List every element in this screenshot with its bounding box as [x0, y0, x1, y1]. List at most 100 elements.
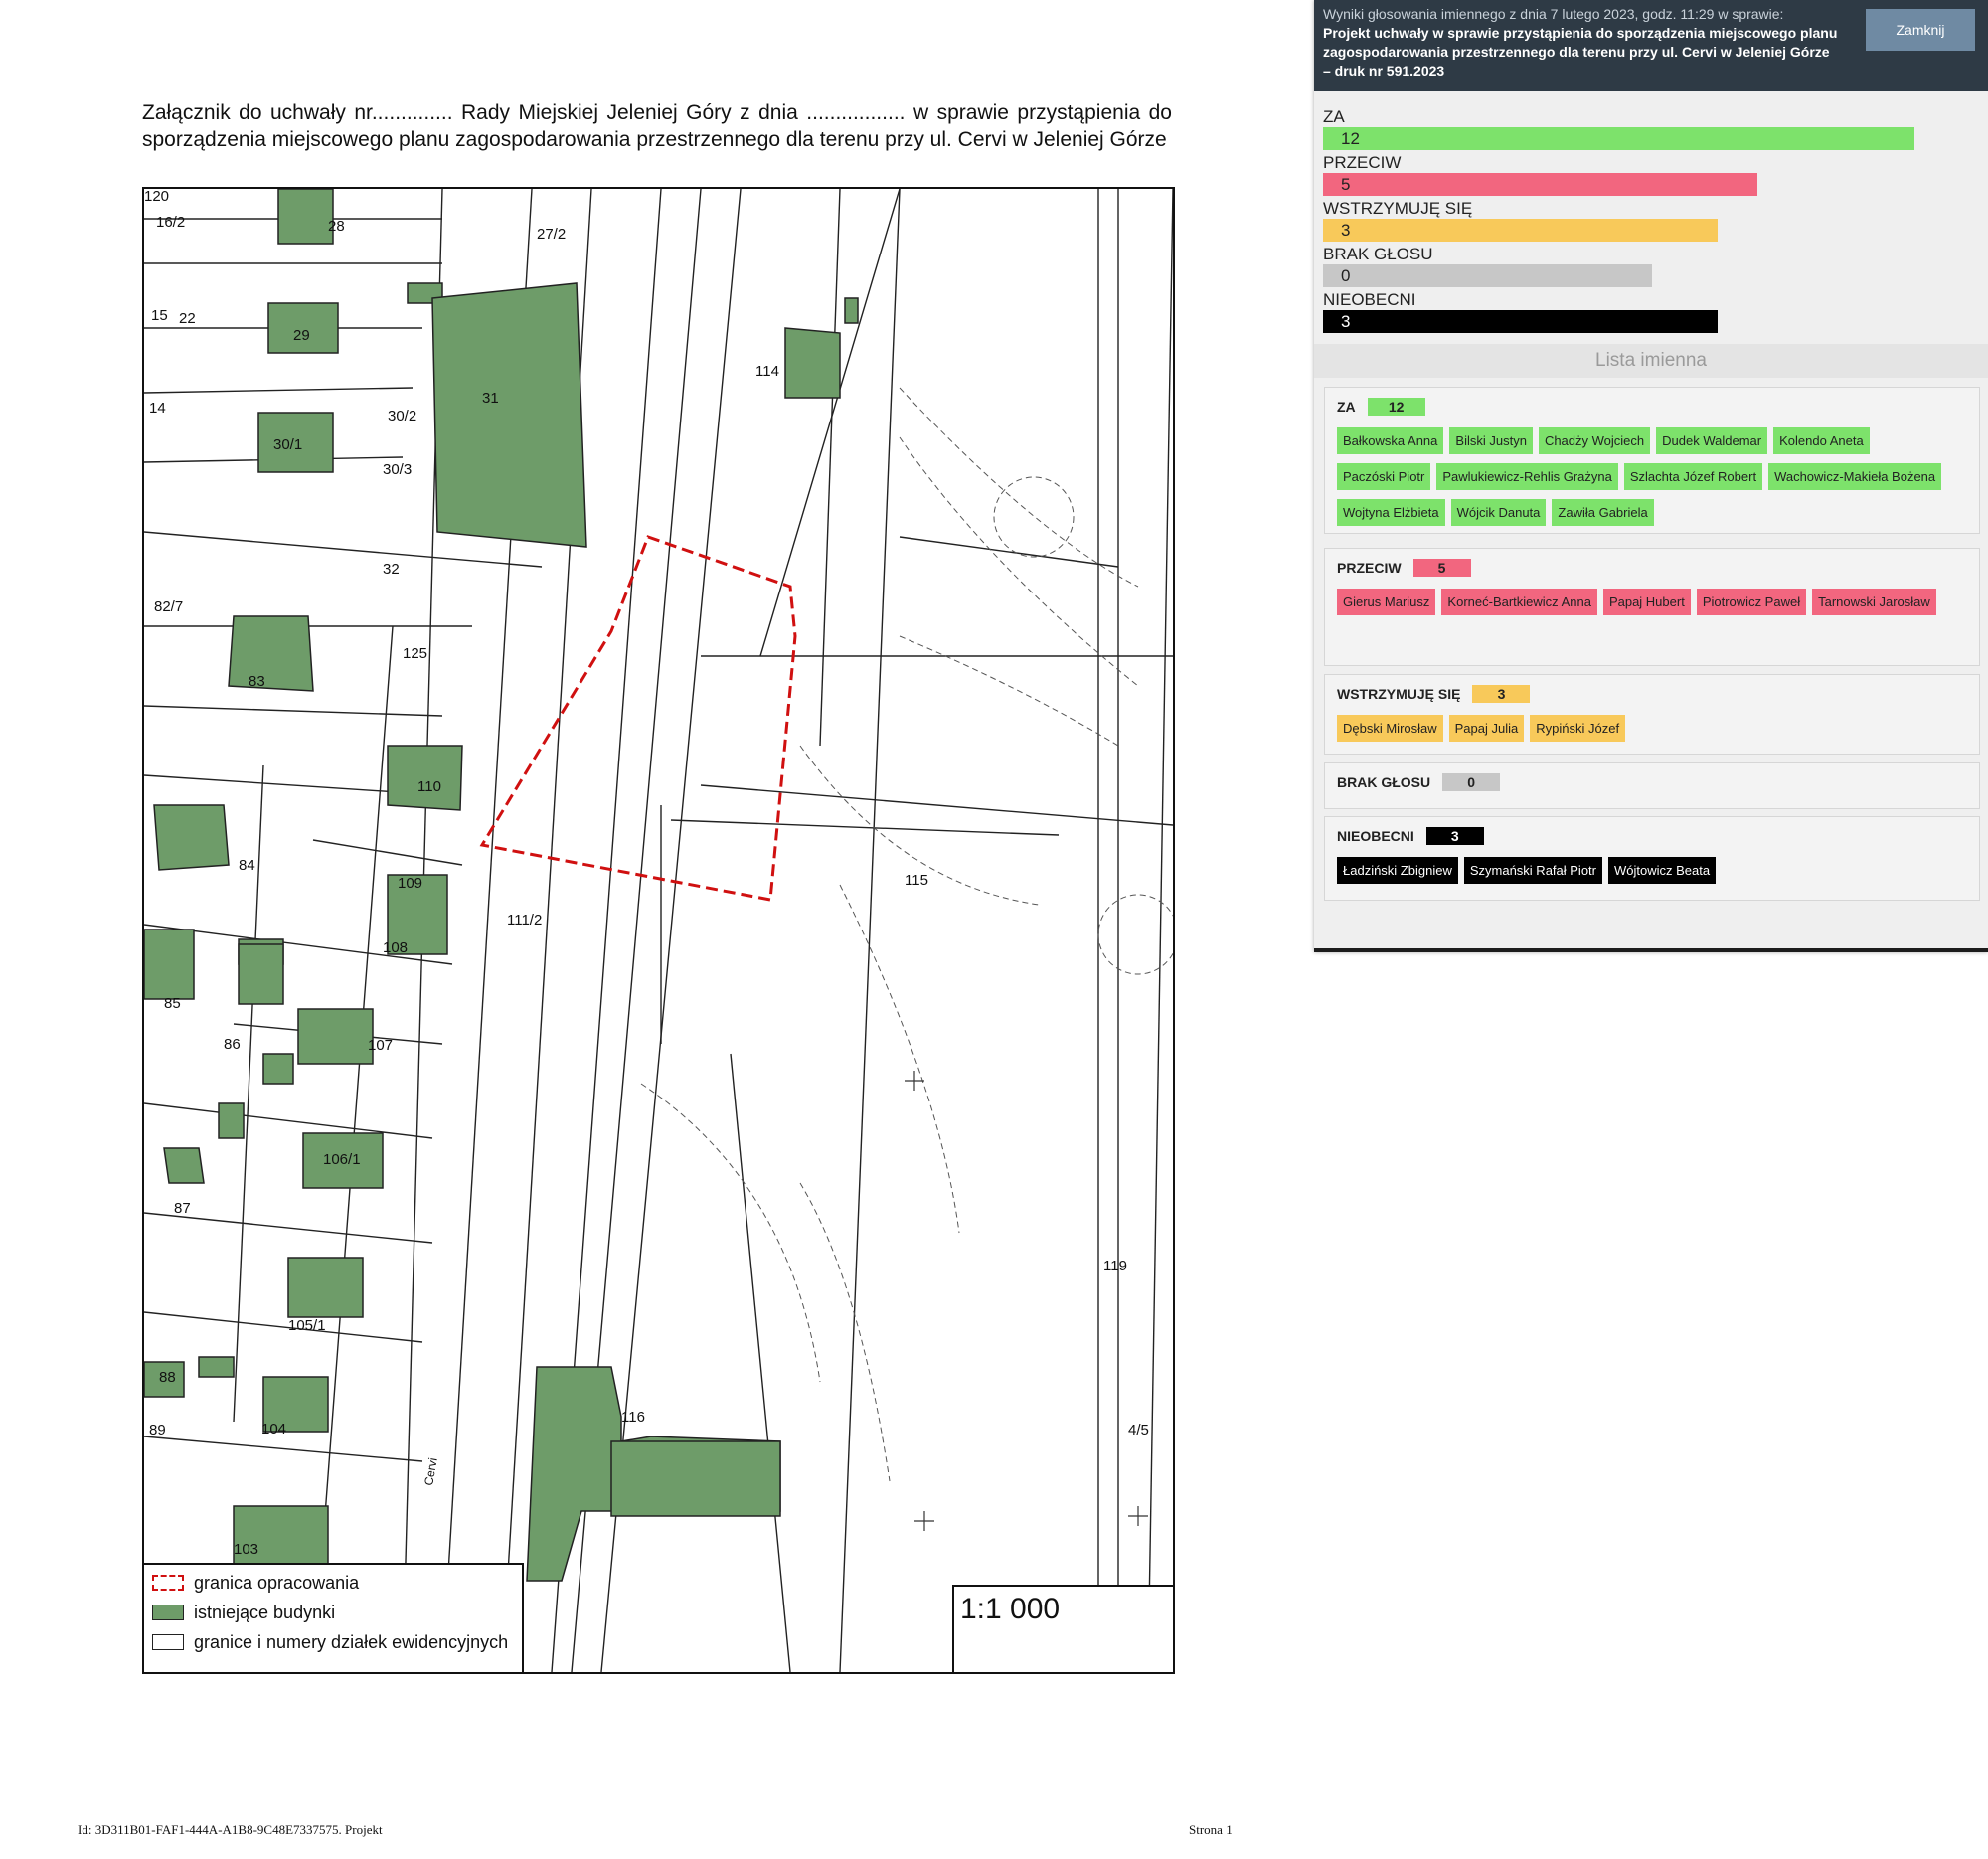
councillor-name-chip: Papaj Hubert [1602, 589, 1691, 615]
parcel-number-label: 30/1 [273, 436, 302, 453]
parcel-number-label: 31 [482, 390, 499, 407]
parcel-number-label: 125 [403, 645, 427, 662]
parcel-number-label: Cervi [421, 1456, 440, 1486]
vote-group-label: WSTRZYMUJĘ SIĘ [1337, 686, 1461, 702]
vote-date-text: Wyniki głosowania imiennego z dnia 7 lut… [1323, 6, 1784, 22]
councillor-name-chip: Paczóski Piotr [1337, 463, 1431, 490]
parcel-number-label: 87 [174, 1200, 191, 1217]
parcel-number-label: 106/1 [323, 1151, 361, 1168]
vote-group-names: Dębski Mirosław Papaj Julia Rypiński Józef [1337, 715, 1973, 751]
parcel-number-label: 28 [328, 218, 345, 235]
vote-subject: Projekt uchwały w sprawie przystąpienia … [1323, 25, 1838, 79]
results-bars: ZA 12 PRZECIW 5 WSTRZYMUJĘ SIĘ 3 BRAK GŁOSU 0 NI… [1323, 107, 1959, 336]
vote-group-label: PRZECIW [1337, 560, 1402, 576]
attachment-title: Załącznik do uchwały nr.............. Ra… [142, 101, 1172, 151]
vote-group-2: WSTRZYMUJĘ SIĘ 3 Dębski Mirosław Papaj Juli… [1324, 674, 1980, 755]
councillor-name-chip: Bilski Justyn [1449, 427, 1533, 454]
councillor-name-chip: Piotrowicz Paweł [1696, 589, 1807, 615]
vote-group-header: ZA 12 [1337, 398, 1425, 416]
close-button[interactable]: Zamknij [1866, 9, 1975, 51]
document-id: Id: 3D311B01-FAF1-444A-A1B8-9C48E7337575… [78, 1822, 383, 1837]
result-bar-1: 5 [1323, 173, 1757, 196]
names-list-title: Lista imienna [1314, 344, 1988, 378]
legend-buildings-label: istniejące budynki [194, 1602, 336, 1622]
vote-group-label: ZA [1337, 399, 1356, 415]
panel-header: Wyniki głosowania imiennego z dnia 7 lut… [1314, 0, 1988, 91]
result-label-0: ZA [1323, 107, 1345, 126]
councillor-name-chip: Zawiła Gabriela [1552, 499, 1654, 526]
vote-group-header: NIEOBECNI 3 [1337, 827, 1484, 845]
parcel-number-label: 85 [164, 995, 181, 1012]
parcel-number-label: 89 [149, 1422, 166, 1438]
parcel-number-label: 16/2 [156, 214, 185, 231]
building-swatch-icon [152, 1605, 184, 1620]
result-label-1: PRZECIW [1323, 153, 1402, 172]
councillor-name-chip: Rypiński Józef [1530, 715, 1626, 742]
councillor-name-chip: Dudek Waldemar [1656, 427, 1768, 454]
vote-group-header: PRZECIW 5 [1337, 559, 1471, 577]
parcel-number-label: 15 [151, 307, 168, 324]
parcel-number-label: 104 [261, 1421, 286, 1437]
voting-results-panel: Wyniki głosowania imiennego z dnia 7 lut… [1314, 0, 1988, 952]
parcel-number-label: 109 [398, 875, 422, 892]
legend-parcels-label: granice i numery działek ewidencyjnych [194, 1631, 509, 1652]
councillor-name-chip: Ładziński Zbigniew [1337, 857, 1458, 884]
councillor-name-chip: Chadży Wojciech [1538, 427, 1651, 454]
result-label-2: WSTRZYMUJĘ SIĘ [1323, 199, 1473, 218]
result-label-3: BRAK GŁOSU [1323, 245, 1433, 263]
councillor-name-chip: Wójtowicz Beata [1608, 857, 1717, 884]
vote-group-count-badge: 3 [1472, 685, 1531, 703]
site-map: 120 16/2 28 27/2 15 22 29 14 114 31 30/2 30/1 30/3 32… [142, 187, 1175, 1674]
legend-boundary-label: granica opracowania [194, 1572, 360, 1593]
councillor-name-chip: Korneć-Bartkiewicz Anna [1441, 589, 1597, 615]
result-label-4: NIEOBECNI [1323, 290, 1416, 309]
councillor-name-chip: Pawlukiewicz-Rehlis Grażyna [1436, 463, 1618, 490]
councillor-name-chip: Szymański Rafał Piotr [1463, 857, 1602, 884]
boundary-swatch-icon [152, 1575, 184, 1591]
vote-group-names: Bałkowska Anna Bilski Justyn Chadży Wojcie… [1337, 427, 1973, 535]
vote-group-count-badge: 3 [1425, 827, 1484, 845]
vote-group-0: ZA 12 Bałkowska Anna Bilski Justyn Chadży Wo… [1324, 387, 1980, 534]
parcel-number-label: 120 [144, 189, 169, 205]
vote-group-4: NIEOBECNI 3 Ładziński Zbigniew Szymański Ra… [1324, 816, 1980, 901]
councillor-name-chip: Wachowicz-Makieła Bożena [1768, 463, 1942, 490]
parcel-number-label: 107 [368, 1037, 393, 1054]
vote-group-names: Ładziński Zbigniew Szymański Rafał Piotr W… [1337, 857, 1973, 893]
parcel-number-label: 111/2 [507, 912, 542, 929]
panel-bottom-edge [1314, 948, 1988, 952]
vote-group-header: WSTRZYMUJĘ SIĘ 3 [1337, 685, 1531, 703]
result-bar-3: 0 [1323, 264, 1652, 287]
map-scale: 1:1 000 [952, 1585, 1173, 1672]
parcel-number-label: 30/2 [388, 408, 416, 424]
parcel-number-label: 88 [159, 1369, 176, 1386]
vote-group-count-badge: 0 [1442, 773, 1501, 791]
result-bar-2: 3 [1323, 219, 1718, 242]
vote-group-count-badge: 12 [1367, 398, 1425, 416]
councillor-name-chip: Tarnowski Jarosław [1812, 589, 1936, 615]
result-bar-4: 3 [1323, 310, 1718, 333]
parcel-number-label: 119 [1103, 1258, 1127, 1274]
page-number: Strona 1 [1189, 1822, 1233, 1837]
parcel-swatch-icon [152, 1634, 184, 1650]
councillor-name-chip: Papaj Julia [1448, 715, 1525, 742]
parcel-number-label: 115 [905, 872, 928, 889]
parcel-number-label: 114 [755, 363, 779, 380]
legend-row-parcels: granice i numery działek ewidencyjnych [152, 1630, 508, 1654]
parcel-number-label: 116 [621, 1409, 645, 1426]
parcel-number-label: 29 [293, 327, 310, 344]
vote-group-header: BRAK GŁOSU 0 [1337, 773, 1501, 791]
parcel-number-label: 84 [239, 857, 255, 874]
legend-row-boundary: granica opracowania [152, 1571, 359, 1595]
map-drawing: 120 16/2 28 27/2 15 22 29 14 114 31 30/2 30/1 30/3 32… [144, 189, 1173, 1672]
councillor-name-chip: Wojtyna Elżbieta [1337, 499, 1445, 526]
parcel-number-label: 32 [383, 561, 400, 578]
parcel-number-label: 4/5 [1128, 1422, 1149, 1438]
map-legend: granica opracowania istniejące budynki g… [144, 1563, 524, 1672]
vote-group-count-badge: 5 [1412, 559, 1471, 577]
councillor-name-chip: Kolendo Aneta [1773, 427, 1870, 454]
parcel-number-label: 27/2 [537, 226, 566, 243]
parcel-number-label: 30/3 [383, 461, 412, 478]
vote-group-3: BRAK GŁOSU 0 [1324, 762, 1980, 809]
vote-group-label: NIEOBECNI [1337, 828, 1414, 844]
councillor-name-chip: Gierus Mariusz [1337, 589, 1436, 615]
